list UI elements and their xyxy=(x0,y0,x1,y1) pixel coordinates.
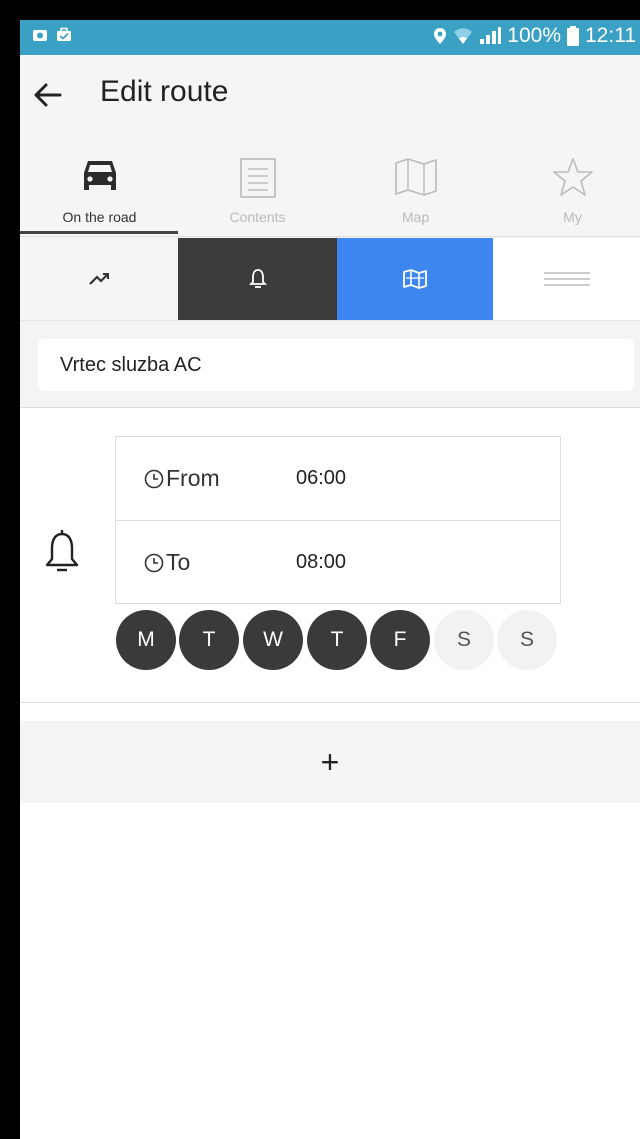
day-thursday[interactable]: T xyxy=(307,610,367,670)
alarm-section: From 06:00 To 08:00 M T W T F S S xyxy=(20,408,640,702)
wifi-icon xyxy=(454,28,473,44)
day-friday[interactable]: F xyxy=(370,610,430,670)
star-icon xyxy=(552,158,593,196)
status-left-icons xyxy=(32,27,72,43)
alarm-bell-icon xyxy=(45,530,79,572)
trending-icon xyxy=(89,273,109,285)
tab-on-the-road[interactable]: On the road xyxy=(22,135,177,238)
active-tab-indicator xyxy=(20,231,178,234)
briefcase-icon xyxy=(57,27,71,41)
alarm-from-row[interactable]: From 06:00 xyxy=(116,437,560,521)
arrow-left-icon xyxy=(34,83,62,107)
divider xyxy=(20,702,640,703)
battery-icon xyxy=(567,26,579,46)
clock-icon xyxy=(144,469,164,488)
screenshot-icon xyxy=(33,30,47,41)
alarm-time-table: From 06:00 To 08:00 xyxy=(115,436,561,604)
tab-label: Map xyxy=(401,209,430,225)
menu-lines-icon xyxy=(543,272,590,286)
tab-label: My xyxy=(563,209,582,225)
segment-bar xyxy=(20,238,640,320)
location-icon xyxy=(434,28,447,44)
tab-bar: On the road Contents Map My xyxy=(20,135,640,238)
page-title: Edit route xyxy=(100,75,229,108)
list-icon xyxy=(239,158,276,198)
from-label-wrap: From xyxy=(144,437,220,520)
clock-icon xyxy=(144,553,164,572)
app-bar: Edit route xyxy=(20,55,640,135)
from-label: From xyxy=(166,465,220,491)
segment-menu[interactable] xyxy=(493,238,640,320)
add-alarm-button[interactable]: + xyxy=(20,721,640,803)
day-wednesday[interactable]: W xyxy=(243,610,303,670)
map-icon xyxy=(403,269,427,289)
divider xyxy=(20,236,640,237)
signal-icon xyxy=(480,27,502,44)
status-right: 100% 12:11 xyxy=(433,24,636,48)
from-time-value: 06:00 xyxy=(296,467,347,489)
tab-label: On the road xyxy=(62,209,137,225)
day-saturday[interactable]: S xyxy=(434,610,494,670)
phone-screen: 100% 12:11 Edit route On the road Conten… xyxy=(20,20,640,1139)
map-icon xyxy=(394,158,437,196)
back-button[interactable] xyxy=(30,77,66,113)
battery-percent: 100% xyxy=(507,24,561,47)
segment-alarm[interactable] xyxy=(178,238,337,320)
tab-map[interactable]: Map xyxy=(338,135,493,238)
tab-my[interactable]: My xyxy=(495,135,640,238)
day-monday[interactable]: M xyxy=(116,610,176,670)
segment-trend[interactable] xyxy=(20,238,178,320)
to-label: To xyxy=(166,549,191,575)
day-tuesday[interactable]: T xyxy=(179,610,239,670)
alarm-to-row[interactable]: To 08:00 xyxy=(116,521,560,604)
route-name-input[interactable]: Vrtec sluzba AC xyxy=(38,339,634,391)
day-sunday[interactable]: S xyxy=(497,610,557,670)
tab-label: Contents xyxy=(229,209,286,225)
to-label-wrap: To xyxy=(144,521,190,604)
tab-contents[interactable]: Contents xyxy=(180,135,335,238)
status-bar: 100% 12:11 xyxy=(20,20,640,55)
car-icon xyxy=(83,161,116,190)
to-time-value: 08:00 xyxy=(296,551,347,573)
clock-time: 12:11 xyxy=(585,24,636,47)
route-name-section: Vrtec sluzba AC xyxy=(20,321,640,407)
bell-icon xyxy=(248,269,267,288)
segment-map[interactable] xyxy=(337,238,493,320)
